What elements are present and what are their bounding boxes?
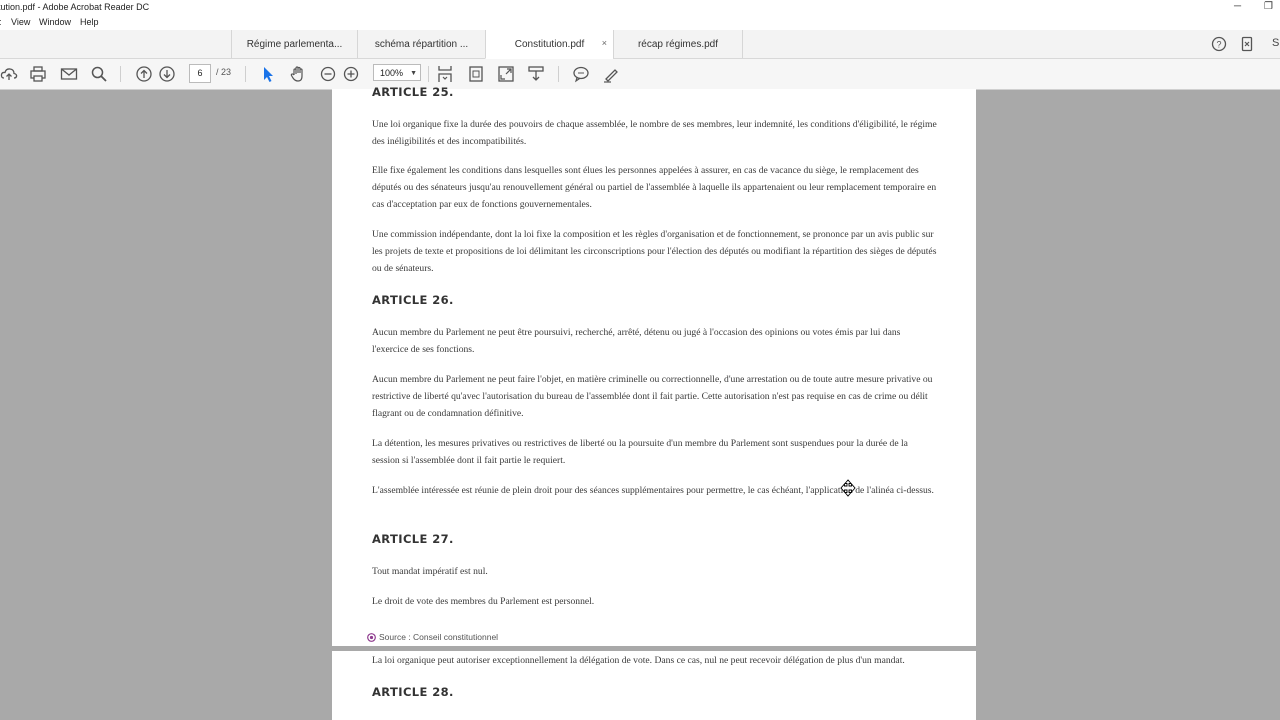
page-number-input[interactable]: 6 (189, 64, 211, 83)
pdf-page: ARTICLE 25. Une loi organique fixe la du… (332, 85, 976, 646)
zoom-value: 100% (380, 68, 404, 78)
svg-text:?: ? (1216, 40, 1221, 50)
email-icon[interactable] (60, 65, 78, 83)
search-icon[interactable] (90, 65, 108, 83)
menu-bar: : View Window Help (0, 15, 1280, 30)
tab-label: Constitution.pdf (514, 38, 585, 50)
title-bar: tution.pdf - Adobe Acrobat Reader DC ─ ❐ (0, 0, 1280, 15)
zoom-out-icon[interactable] (319, 65, 337, 83)
minimize-button[interactable]: ─ (1234, 1, 1241, 12)
tab-close-icon[interactable]: × (602, 38, 607, 48)
toolbar-divider (558, 66, 559, 82)
full-screen-icon[interactable] (497, 65, 515, 83)
pdf-page: La loi organique peut autoriser exceptio… (332, 651, 976, 720)
window-title: tution.pdf - Adobe Acrobat Reader DC (0, 2, 150, 12)
chevron-down-icon: ▼ (410, 70, 417, 77)
highlight-pen-icon[interactable] (602, 65, 620, 83)
print-icon[interactable] (29, 65, 47, 83)
move-cursor-icon (840, 479, 856, 497)
article-heading: ARTICLE 27. (372, 532, 454, 546)
zoom-level-select[interactable]: 100% ▼ (373, 64, 421, 81)
paragraph: Tout mandat impératif est nul. (372, 566, 488, 577)
menu-item-help[interactable]: Help (80, 17, 99, 27)
paragraph: La détention, les mesures privatives ou … (372, 438, 908, 466)
tab-schema-repartition[interactable]: schéma répartition ... (357, 30, 485, 58)
tab-label: Régime parlementa... (246, 38, 343, 50)
menu-item-view[interactable]: View (11, 17, 30, 27)
tab-constitution[interactable]: Constitution.pdf × (485, 30, 613, 59)
tab-label: schéma répartition ... (374, 38, 469, 50)
paragraph: Aucun membre du Parlement ne peut faire … (372, 374, 933, 419)
toolbar-divider (120, 66, 121, 82)
paragraph: Le droit de vote des membres du Parlemen… (372, 596, 595, 607)
help-icon[interactable]: ? (1211, 36, 1227, 52)
tab-label: récap régimes.pdf (637, 38, 719, 50)
source-logo-icon (367, 632, 376, 642)
hand-tool-icon[interactable] (289, 65, 307, 83)
cloud-upload-icon[interactable] (0, 65, 18, 83)
page-total: / 23 (216, 67, 232, 77)
article-heading: ARTICLE 28. (372, 685, 454, 699)
restore-button[interactable]: ❐ (1264, 1, 1273, 12)
article-heading: ARTICLE 25. (372, 85, 454, 99)
tab-recap-regimes[interactable]: récap régimes.pdf (613, 30, 743, 58)
toolbar: 6 / 23 100% ▼ (0, 59, 1280, 90)
next-page-icon[interactable] (158, 65, 176, 83)
zoom-in-icon[interactable] (342, 65, 360, 83)
toolbar-divider (428, 66, 429, 82)
paragraph: Une commission indépendante, dont la loi… (372, 229, 937, 274)
scroll-down-tool-icon[interactable] (527, 65, 545, 83)
previous-page-icon[interactable] (135, 65, 153, 83)
paragraph: Une loi organique fixe la durée des pouv… (372, 119, 937, 147)
fit-page-icon[interactable] (467, 65, 485, 83)
toolbar-divider (245, 66, 246, 82)
menu-item-file-partial[interactable]: : (0, 17, 2, 27)
source-credit: Source : Conseil constitutionnel (367, 632, 498, 642)
paragraph: La loi organique peut autoriser exceptio… (372, 655, 905, 666)
source-text: Source : Conseil constitutionnel (379, 632, 499, 642)
paragraph: Elle fixe également les conditions dans … (372, 165, 937, 210)
comment-icon[interactable] (572, 65, 590, 83)
scrolling-mode-icon[interactable] (436, 65, 454, 83)
article-heading: ARTICLE 26. (372, 293, 454, 307)
menu-item-window[interactable]: Window (39, 17, 71, 27)
tab-regime-parlementaire[interactable]: Régime parlementa... (231, 30, 357, 58)
document-tab-bar: Régime parlementa... schéma répartition … (0, 30, 1280, 59)
paragraph: Aucun membre du Parlement ne peut être p… (372, 327, 901, 355)
select-tool-icon[interactable] (259, 65, 277, 83)
mobile-link-icon[interactable] (1239, 36, 1255, 52)
sign-in-partial[interactable]: S (1272, 37, 1279, 49)
